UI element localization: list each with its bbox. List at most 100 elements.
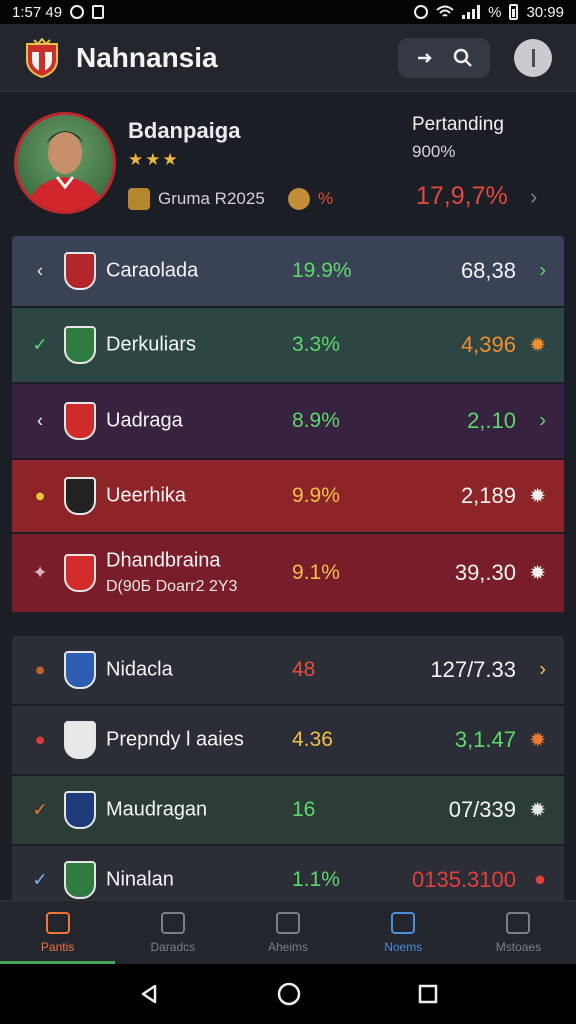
team-name: Prepndy l aaies	[106, 728, 244, 751]
system-navigation-bar	[0, 964, 576, 1024]
tab-building[interactable]: Daradcs	[115, 901, 230, 964]
bottom-navigation: Pantis Daradcs Aheims Noems Mstoaes	[0, 900, 576, 964]
row-status-icon: ✓	[32, 799, 48, 820]
player-name: Bdanpaiga	[128, 118, 241, 143]
tab-label: Daradcs	[150, 939, 196, 954]
status-time: 1:57 49	[12, 3, 63, 21]
team-percentage: 4.36	[292, 728, 333, 751]
stat-value: 17,9,7%	[416, 182, 508, 210]
chevron-right-icon[interactable]: ›	[539, 260, 546, 283]
status-right: % 30:99	[414, 4, 564, 21]
team-crest-icon	[64, 477, 96, 515]
row-status-icon: ●	[34, 485, 46, 506]
alarm-icon	[414, 5, 429, 19]
team-list-secondary: ● Nidacla 48 127/7.33 › ● Prepndy l aaies 4.36 3…	[12, 636, 564, 916]
team-crest-icon	[64, 721, 96, 759]
back-icon[interactable]	[138, 983, 160, 1005]
row-status-icon: ✓	[32, 869, 48, 890]
medal-icon	[288, 188, 310, 210]
search-icon[interactable]	[453, 48, 473, 68]
tab-label: Aheims	[268, 939, 309, 954]
team-crest-icon	[64, 651, 96, 689]
list-item[interactable]: ● Ueerhika 9.9% 2,189 ✹	[12, 460, 564, 534]
team-percentage: 1.1%	[292, 868, 340, 891]
club-name: Gruma R2025	[158, 189, 265, 208]
player-club: Gruma R2025	[128, 188, 265, 210]
list-item[interactable]: ✦ Dhandbraina D(90Б Doarr2 2Y3 9.1% 39,.30 ✹	[12, 534, 564, 614]
app-bar: Nahnansia	[0, 24, 576, 92]
app-title: Nahnansia	[76, 41, 218, 73]
home-circle-icon[interactable]	[277, 982, 301, 1006]
person-icon	[276, 911, 300, 934]
row-action-icon[interactable]: ●	[534, 869, 546, 892]
tag-text: %	[318, 189, 334, 208]
list-item[interactable]: ● Nidacla 48 127/7.33 ›	[12, 636, 564, 706]
wifi-icon	[436, 5, 454, 17]
tab-shirt[interactable]: Mstoaes	[461, 901, 576, 964]
list-item[interactable]: ● Prepndy l aaies 4.36 3,1.47 ✹	[12, 706, 564, 776]
list-item[interactable]: ✓ Maudragan 16 07/339 ✹	[12, 776, 564, 846]
team-name: Nidacla	[106, 658, 173, 681]
row-action-icon[interactable]: ✹	[529, 561, 546, 586]
team-name: Caraolada	[106, 259, 199, 282]
team-percentage: 8.9%	[292, 409, 340, 432]
player-rating-stars: ★★★	[128, 150, 180, 169]
team-percentage: 9.1%	[292, 561, 340, 584]
recents-icon[interactable]	[418, 984, 438, 1004]
battery-percent: %	[488, 3, 502, 21]
team-name: Ninalan	[106, 868, 174, 891]
player-tag: %	[288, 188, 333, 210]
list-item[interactable]: ✓ Derkuliars 3.3% 4,396 ✹	[12, 308, 564, 384]
team-value: 3,1.47	[454, 727, 516, 752]
team-crest-icon	[64, 402, 96, 440]
row-action-icon[interactable]: ✹	[529, 484, 546, 509]
list-item[interactable]: ‹ Uadraga 8.9% 2,.10 ›	[12, 384, 564, 460]
team-value: 2,.10	[467, 408, 516, 433]
menu-icon	[531, 48, 535, 67]
player-profile-card[interactable]: Bdanpaiga ★★★ Gruma R2025 % Pertanding 9…	[0, 92, 576, 226]
team-value: 0135.3100	[412, 867, 516, 892]
tab-person[interactable]: Aheims	[230, 901, 345, 964]
status-clock: 30:99	[526, 3, 564, 21]
tab-chart[interactable]: Noems	[346, 901, 461, 964]
share-arrow-icon[interactable]	[416, 51, 434, 65]
chevron-right-icon[interactable]: ›	[539, 659, 546, 682]
team-list-primary: ‹ Caraolada 19.9% 68,38 › ✓ Derkuliars 3.3% 4,39…	[12, 236, 564, 614]
signal-icon	[462, 5, 481, 19]
team-value: 68,38	[460, 258, 516, 283]
team-percentage: 48	[292, 658, 316, 681]
battery-icon	[509, 4, 519, 20]
team-percentage: 9.9%	[292, 484, 340, 507]
team-percentage: 19.9%	[292, 259, 352, 282]
team-crest-icon	[64, 861, 96, 899]
team-crest-icon	[64, 326, 96, 364]
team-crest-icon	[64, 791, 96, 829]
tab-label: Noems	[384, 939, 423, 954]
row-status-icon: ✦	[32, 562, 48, 583]
tab-home[interactable]: Pantis	[0, 901, 116, 964]
team-name: Dhandbraina	[106, 549, 221, 572]
team-value: 127/7.33	[430, 657, 516, 682]
notification-icon	[70, 5, 85, 19]
home-icon	[45, 911, 70, 934]
tab-label: Pantis	[40, 939, 75, 954]
club-logo-icon	[26, 37, 58, 78]
row-action-icon[interactable]: ✹	[529, 333, 546, 358]
chevron-right-icon[interactable]: ›	[530, 184, 537, 210]
stat-subvalue: 900%	[412, 142, 456, 161]
avatar[interactable]	[14, 112, 116, 214]
team-name: Maudragan	[106, 798, 208, 821]
building-icon	[160, 911, 185, 934]
player-photo-icon	[27, 131, 103, 211]
app-bar-actions	[398, 37, 552, 78]
status-bar: 1:57 49 % 30:99	[0, 0, 576, 24]
team-name: Uadraga	[106, 409, 183, 432]
row-action-icon[interactable]: ✹	[529, 728, 546, 753]
team-crest-icon	[64, 554, 96, 592]
row-status-icon: ●	[34, 729, 46, 750]
list-item[interactable]: ‹ Caraolada 19.9% 68,38 ›	[12, 236, 564, 308]
profile-menu-button[interactable]	[514, 38, 552, 77]
row-action-icon[interactable]: ✹	[529, 798, 546, 823]
team-percentage: 3.3%	[292, 333, 340, 356]
chevron-right-icon[interactable]: ›	[539, 410, 546, 433]
